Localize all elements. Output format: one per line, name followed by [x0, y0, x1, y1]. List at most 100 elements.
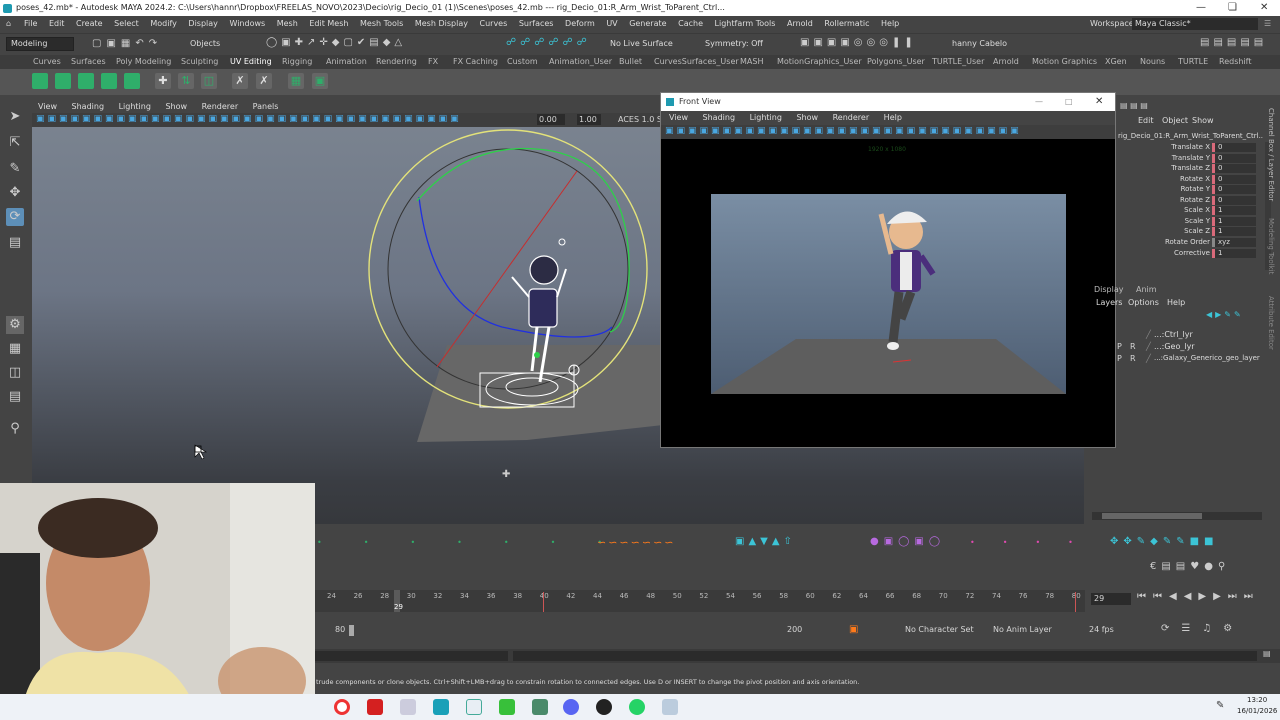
script-editor-icon[interactable]: ▤ — [1263, 649, 1271, 658]
shelf-tab-arnold[interactable]: Arnold — [993, 55, 1019, 69]
channel-value[interactable]: 0 — [1212, 154, 1256, 163]
time-ruler[interactable]: 24 26 28 30 32 34 36 38 40 42 44 46 48 50 52 54 56 58 60 62… — [315, 590, 1085, 612]
app-icon[interactable] — [499, 699, 515, 715]
shelf-tab-turtle-user[interactable]: TURTLE_User — [932, 55, 984, 69]
shelf-tab-motion-graphics[interactable]: Motion Graphics — [1032, 55, 1097, 69]
maya-taskbar-icon[interactable] — [433, 699, 449, 715]
channel-row[interactable]: Scale X1 — [1116, 206, 1266, 217]
shelf-tab-rendering[interactable]: Rendering — [376, 55, 417, 69]
shelf-tab-animation-user[interactable]: Animation_User — [549, 55, 612, 69]
layer-row[interactable]: P R ╱ ...:Geo_lyr — [1116, 342, 1266, 353]
menu-help[interactable]: Help — [881, 19, 899, 28]
search-icon[interactable]: ⚲ — [6, 420, 24, 438]
channel-value[interactable]: 0 — [1212, 185, 1256, 194]
shelf-tab-curvessurfaces-user[interactable]: CurvesSurfaces_User — [654, 55, 739, 69]
layer-edit-icon[interactable]: ╱ — [1146, 342, 1151, 351]
checker-icon[interactable]: ▦ — [288, 73, 304, 89]
layer-name[interactable]: ...:Galaxy_Generico_geo_layer — [1154, 354, 1260, 362]
front-view-menu-renderer[interactable]: Renderer — [833, 113, 870, 122]
exposure-field[interactable]: 0.00 — [537, 114, 565, 125]
user-account[interactable]: hanny Cabelo — [952, 39, 1007, 48]
network-app-icon[interactable] — [532, 699, 548, 715]
mode-select[interactable]: Modeling — [6, 37, 74, 51]
front-view-close-icon[interactable]: ✕ — [1095, 93, 1103, 111]
chrome-icon[interactable] — [334, 699, 350, 715]
menu-cache[interactable]: Cache — [678, 19, 703, 28]
menu-surfaces[interactable]: Surfaces — [519, 19, 554, 28]
file-tools-icons[interactable]: ▢▣▦↶↷ — [92, 38, 162, 49]
channel-value[interactable]: 0 — [1212, 175, 1256, 184]
menu-mesh-display[interactable]: Mesh Display — [415, 19, 468, 28]
channel-row[interactable]: Rotate Y0 — [1116, 185, 1266, 196]
channel-row[interactable]: Scale Z1 — [1116, 227, 1266, 238]
layer-row[interactable]: P R ╱ ...:Galaxy_Generico_geo_layer — [1116, 354, 1280, 365]
live-surface-field[interactable]: No Live Surface — [610, 39, 673, 48]
channel-box-node-name[interactable]: rig_Decio_01:R_Arm_Wrist_ToParent_Ctrl..… — [1118, 132, 1263, 140]
cut-icon[interactable]: ✗ — [232, 73, 248, 89]
channel-row[interactable]: Translate Z0 — [1116, 164, 1266, 175]
channel-value[interactable]: 0 — [1212, 164, 1256, 173]
layer-row[interactable]: ╱ ...:Ctrl_lyr — [1116, 330, 1266, 341]
anim-layer-select[interactable]: No Anim Layer — [993, 625, 1052, 634]
viewport-menu-shading[interactable]: Shading — [72, 102, 105, 111]
channel-value[interactable]: 0 — [1212, 143, 1256, 152]
marker-icons[interactable]: •••• — [970, 538, 1101, 547]
layer-name[interactable]: ...:Ctrl_lyr — [1154, 330, 1193, 339]
clock-date[interactable]: 16/01/2026 — [1237, 707, 1277, 715]
shelf-tab-nouns[interactable]: Nouns — [1140, 55, 1165, 69]
app-window-icon[interactable] — [662, 699, 678, 715]
gamma-field[interactable]: 1.00 — [577, 114, 601, 125]
channel-box-menu-show[interactable]: Show — [1192, 116, 1214, 125]
layer-name[interactable]: ...:Geo_lyr — [1154, 342, 1195, 351]
shelf-tab-polygons-user[interactable]: Polygons_User — [867, 55, 925, 69]
layer-tool-icons[interactable]: ◀▶✎✎ — [1206, 310, 1244, 319]
paint-select-icon[interactable]: ✎ — [6, 160, 24, 178]
menu-arnold[interactable]: Arnold — [787, 19, 813, 28]
discord-icon[interactable] — [563, 699, 579, 715]
restore-icon[interactable]: ❏ — [1228, 0, 1237, 16]
command-line[interactable]: ▤ — [315, 649, 1280, 663]
channel-value[interactable]: 1 — [1212, 217, 1256, 226]
tween-machine-icons[interactable]: ••••••• — [317, 538, 644, 547]
playback-controls[interactable]: ⏮⏮◀◀▶▶⏭⏭ — [1137, 591, 1260, 602]
channel-box-menu-edit[interactable]: Edit — [1138, 116, 1154, 125]
menu-file[interactable]: File — [24, 19, 37, 28]
front-view-menu-help[interactable]: Help — [884, 113, 902, 122]
menu-deform[interactable]: Deform — [565, 19, 595, 28]
viewport-menu-lighting[interactable]: Lighting — [119, 102, 151, 111]
shelf-tab-turtle[interactable]: TURTLE — [1178, 55, 1208, 69]
layer-editor-hscrollbar[interactable] — [1092, 512, 1262, 520]
menu-generate[interactable]: Generate — [629, 19, 666, 28]
mel-input[interactable] — [315, 651, 508, 661]
layer-editor-scroll-thumb[interactable] — [1102, 513, 1202, 519]
menu-display[interactable]: Display — [188, 19, 218, 28]
front-view-menu-shading[interactable]: Shading — [703, 113, 736, 122]
pose-tool-icons[interactable]: ●▣◯▣◯ — [870, 536, 945, 547]
menu-mesh[interactable]: Mesh — [277, 19, 298, 28]
uv-unfold-icon[interactable]: ◫ — [201, 73, 217, 89]
front-view-window[interactable]: Front View — □ ✕ View Shading Lighting S… — [660, 92, 1116, 448]
channel-row[interactable]: Translate Y0 — [1116, 154, 1266, 165]
channel-row[interactable]: Rotate X0 — [1116, 175, 1266, 186]
shelf-tab-uv-editing[interactable]: UV Editing — [230, 55, 272, 70]
channel-row[interactable]: Translate X0 — [1116, 143, 1266, 154]
minimize-icon[interactable]: — — [1196, 0, 1206, 16]
menu-edit[interactable]: Edit — [49, 19, 65, 28]
menu-uv[interactable]: UV — [606, 19, 617, 28]
side-tab-modeling-toolkit[interactable]: Modeling Toolkit — [1267, 218, 1275, 274]
move-tool-icon[interactable]: ✥ — [6, 184, 24, 202]
viewport-tool-icons[interactable]: ▣▣▣▣▣▣▣▣▣▣▣▣▣▣▣▣▣▣▣▣▣▣▣▣▣▣▣▣▣▣▣▣▣▣▣▣▣ — [36, 114, 462, 124]
workspace-select[interactable]: Maya Classic* — [1132, 18, 1258, 30]
shelf-tab-xgen[interactable]: XGen — [1105, 55, 1127, 69]
shelf-tab-redshift[interactable]: Redshift — [1219, 55, 1251, 69]
channel-value[interactable]: 1 — [1212, 206, 1256, 215]
shelf-tab-bullet[interactable]: Bullet — [619, 55, 642, 69]
channel-value[interactable]: xyz — [1212, 238, 1256, 247]
menu-lightfarm-tools[interactable]: Lightfarm Tools — [715, 19, 776, 28]
clock-time[interactable]: 13:20 — [1247, 696, 1267, 704]
selection-mask-label[interactable]: Objects — [190, 39, 220, 48]
layer-render-toggle[interactable]: R — [1130, 354, 1136, 363]
channel-value[interactable]: 1 — [1212, 249, 1256, 258]
shelf-tab-mash[interactable]: MASH — [740, 55, 763, 69]
layer-edit-icon[interactable]: ╱ — [1146, 330, 1151, 339]
